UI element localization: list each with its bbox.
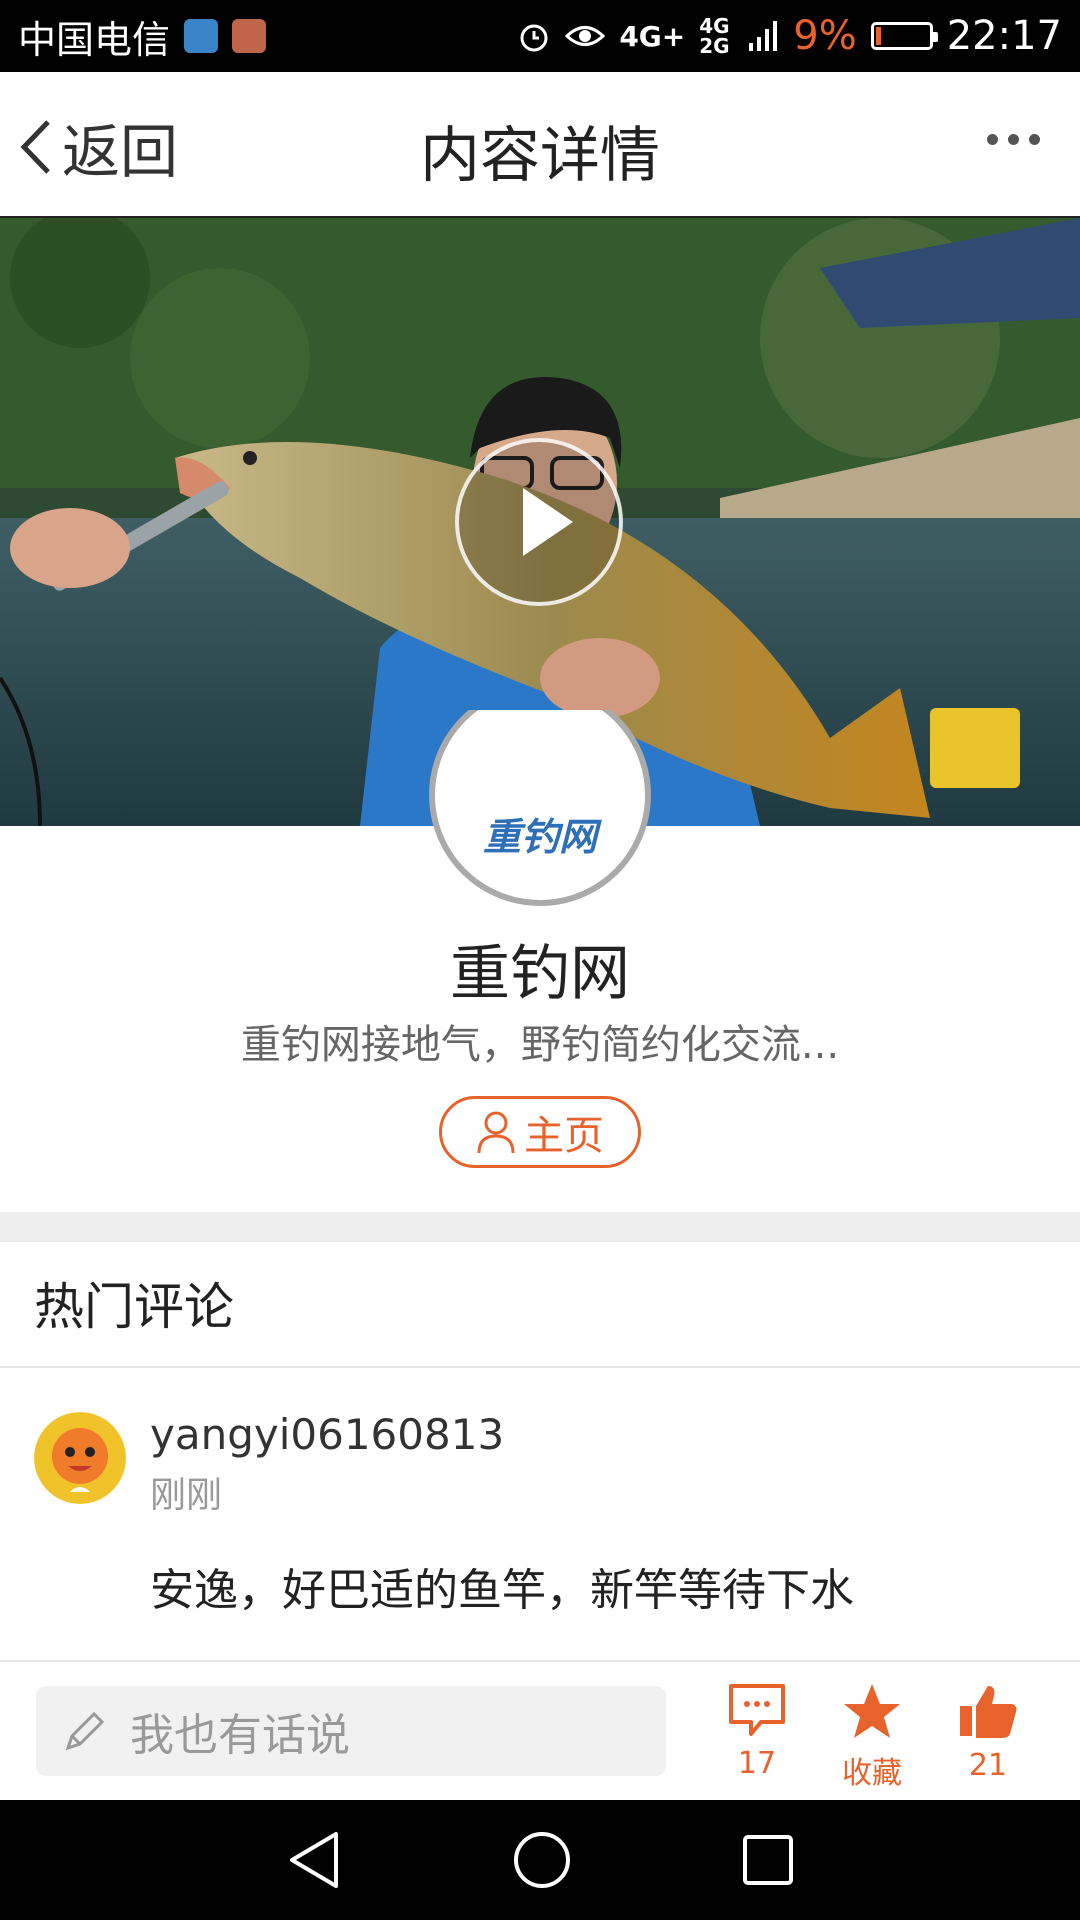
author-name[interactable]: 重钓网 (0, 925, 1080, 1012)
battery-percent: 9% (793, 13, 857, 59)
author-logo[interactable]: 重钓网 (429, 710, 651, 906)
comments-button[interactable]: 17 (717, 1682, 797, 1792)
avatar[interactable] (34, 1412, 126, 1504)
author-description: 重钓网接地气，野钓简约化交流... (240, 1022, 840, 1068)
more-dot (1008, 134, 1019, 145)
network-type: 4G+ (619, 19, 686, 53)
more-options-button[interactable] (987, 134, 1040, 145)
pencil-icon (65, 1711, 105, 1751)
logo-text: 重钓网 (483, 814, 602, 859)
star-icon (844, 1684, 900, 1738)
favorite-label: 收藏 (842, 1756, 902, 1791)
home-label: 主页 (524, 1113, 604, 1159)
notification-app-icon (232, 19, 267, 53)
top-app-bar: 返回 内容详情 (0, 72, 1080, 218)
signal-icon (749, 21, 778, 51)
clock: 22:17 (946, 13, 1062, 59)
comment-input[interactable]: 我也有话说 (36, 1686, 666, 1776)
eye-comfort-icon (565, 26, 606, 46)
back-triangle-icon[interactable] (286, 1830, 342, 1890)
comment-username[interactable]: yangyi06160813 (150, 1410, 504, 1459)
action-bar: 我也有话说 17 收藏 21 (0, 1662, 1080, 1800)
home-button[interactable]: 主页 (439, 1096, 641, 1168)
network-type-secondary: 4G 2G (699, 14, 730, 58)
more-dot (1029, 134, 1040, 145)
home-circle-icon[interactable] (512, 1830, 572, 1890)
comment-icon (729, 1684, 785, 1736)
system-navigation-bar (0, 1800, 1080, 1920)
divider (0, 1366, 1080, 1368)
favorite-button[interactable]: 收藏 (832, 1682, 912, 1792)
status-bar: 中国电信 4G+ 4G 2G 9% 22:17 (0, 0, 1080, 72)
page-title: 内容详情 (420, 121, 660, 191)
thumbs-up-icon (960, 1686, 1017, 1738)
play-button[interactable] (455, 438, 623, 606)
alarm-icon (520, 24, 548, 52)
comment-text: 安逸，好巴适的鱼竿，新竿等待下水 (150, 1565, 854, 1616)
hot-comments-title: 热门评论 (34, 1278, 234, 1336)
comment-time: 刚刚 (150, 1475, 223, 1516)
recents-square-icon[interactable] (742, 1834, 794, 1886)
battery-icon (870, 22, 938, 50)
health-app-icon (184, 19, 219, 53)
comment-count: 17 (737, 1746, 777, 1781)
play-icon (523, 488, 573, 556)
comment-input-placeholder: 我也有话说 (130, 1710, 350, 1761)
like-count: 21 (968, 1748, 1008, 1783)
like-button[interactable]: 21 (948, 1682, 1028, 1792)
carrier-label: 中国电信 (18, 17, 171, 62)
person-icon (477, 1111, 515, 1154)
more-dot (987, 134, 998, 145)
section-divider (0, 1212, 1080, 1242)
